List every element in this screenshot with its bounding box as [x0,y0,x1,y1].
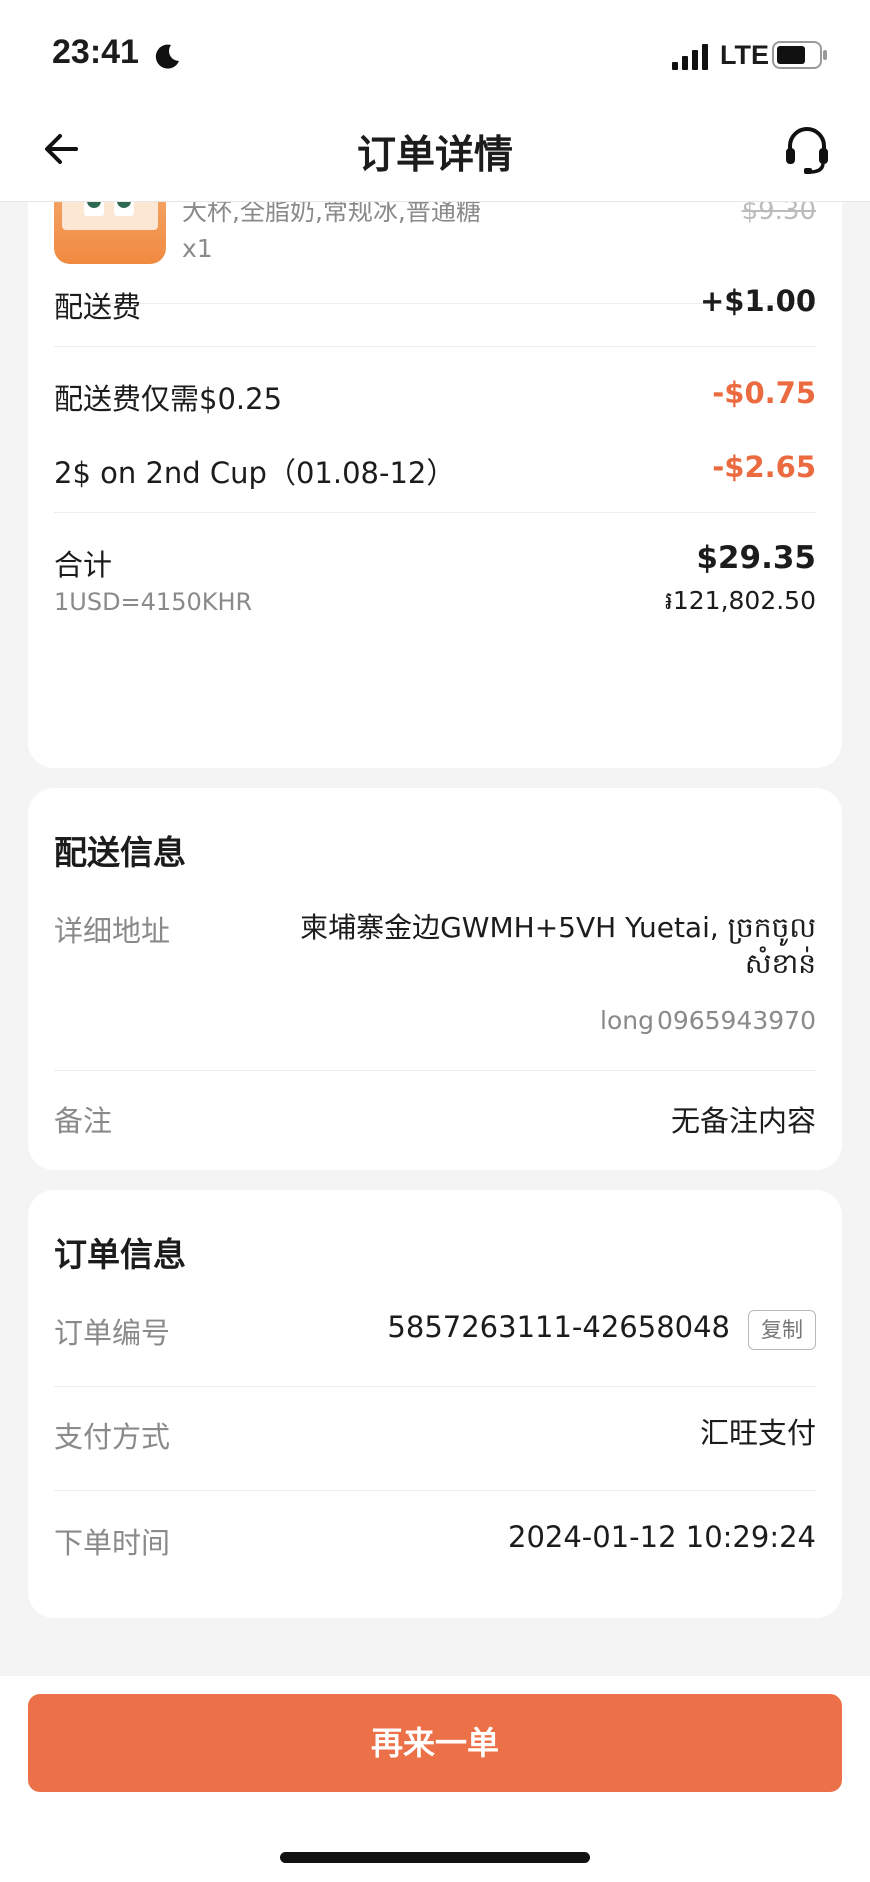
discount-label: 2$ on 2nd Cup（01.08-12） [54,456,456,490]
divider [54,1070,816,1071]
order-time-label: 下单时间 [54,1526,171,1560]
status-bar: 23:41 LTE [0,0,870,100]
network-label: LTE [720,40,769,70]
divider [54,1490,816,1491]
contact-phone: 0965943970 [656,1006,816,1035]
divider [54,512,816,513]
address-line-2: សំខាន់ [744,947,816,980]
address-label: 详细地址 [54,914,171,948]
delivery-fee-label: 配送费 [54,290,142,324]
total-value: $29.35 [696,540,816,576]
home-indicator[interactable] [280,1852,590,1863]
divider [54,346,816,347]
note-value: 无备注内容 [670,1104,816,1138]
headset-icon[interactable] [782,122,832,176]
total-label: 合计 [54,548,113,582]
note-label: 备注 [54,1104,113,1138]
moon-icon [155,44,179,69]
page-title: 订单详情 [356,133,513,178]
delivery-section-title: 配送信息 [54,833,186,872]
payment-method-label: 支付方式 [54,1420,171,1454]
discount-value: -$2.65 [712,450,816,484]
order-time-value: 2024-01-12 10:29:24 [508,1520,816,1554]
signal-icon [672,44,708,70]
discount-value: -$0.75 [712,376,816,410]
order-info-card: 订单信息 订单编号 5857263111-42658048 复制 支付方式 汇旺… [28,1190,842,1618]
nav-header: 订单详情 [0,100,870,202]
order-number-label: 订单编号 [54,1316,171,1350]
contact-name: long [600,1006,654,1035]
exchange-rate: 1USD=4150KHR [54,588,253,616]
copy-order-number-button[interactable]: 复制 [748,1310,816,1350]
payment-method-value: 汇旺支付 [699,1416,816,1450]
status-time: 23:41 [52,33,139,71]
order-number-value: 5857263111-42658048 [387,1310,730,1344]
divider [54,1386,816,1387]
delivery-fee-value: +$1.00 [699,284,816,318]
total-khr: ៛121,802.50 [664,586,816,615]
bottom-action-bar: 再来一单 [0,1676,870,1882]
order-summary-card: 大杯,全脂奶,常规冰,普通糖 x1 $9.30 配送费 +$1.00 配送费仅需… [28,150,842,768]
delivery-info-card: 配送信息 详细地址 柬埔寨金边GWMH+5VH Yuetai, ច្រកចូល … [28,788,842,1170]
reorder-button[interactable]: 再来一单 [28,1694,842,1792]
address-line-1: 柬埔寨金边GWMH+5VH Yuetai, ច្រកចូល [300,911,816,944]
product-quantity: x1 [182,234,213,263]
order-section-title: 订单信息 [54,1235,186,1274]
discount-label: 配送费仅需$0.25 [54,382,283,416]
battery-icon [772,41,827,69]
